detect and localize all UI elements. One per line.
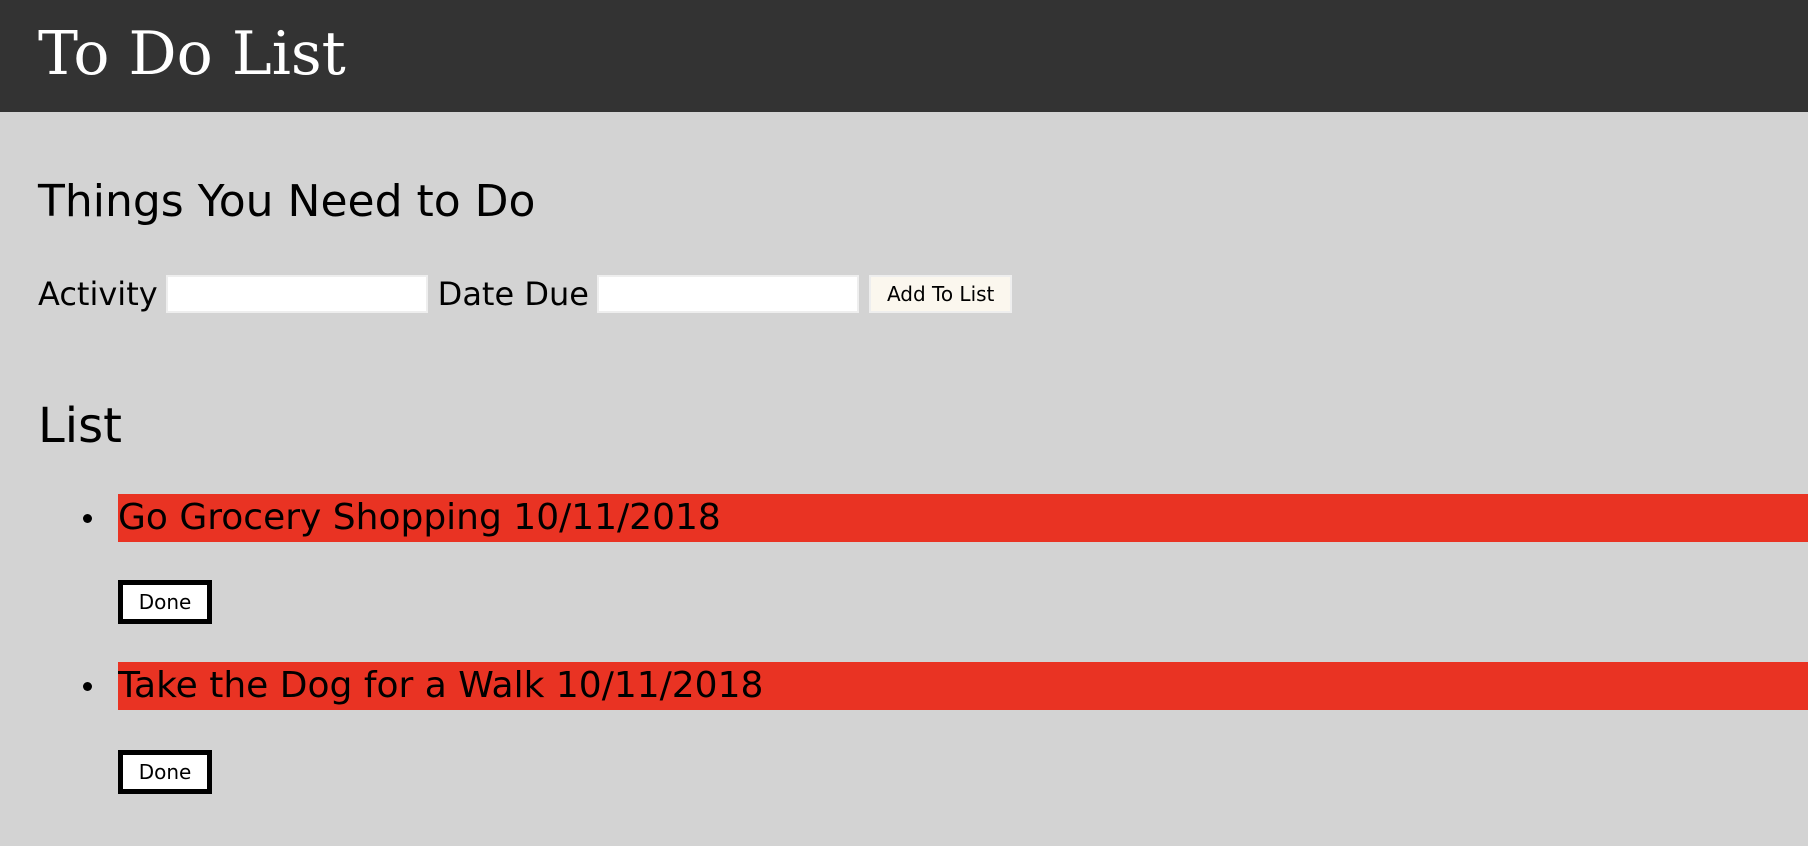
list-item-text: Take the Dog for a Walk 10/11/2018 — [118, 662, 1808, 710]
bullet-icon — [83, 514, 92, 523]
top-bar: To Do List — [0, 0, 1808, 112]
done-button[interactable]: Done — [118, 750, 212, 794]
date-due-label: Date Due — [437, 275, 589, 313]
done-button[interactable]: Done — [118, 580, 212, 624]
list-item-text: Go Grocery Shopping 10/11/2018 — [118, 494, 1808, 542]
form-heading: Things You Need to Do — [38, 176, 536, 227]
add-item-form: Activity Date Due Add To List — [38, 274, 1013, 314]
bullet-icon — [83, 682, 92, 691]
activity-input[interactable] — [165, 275, 428, 313]
date-due-input[interactable] — [596, 275, 859, 313]
activity-label: Activity — [38, 275, 158, 313]
add-to-list-button[interactable]: Add To List — [868, 275, 1013, 313]
app-title: To Do List — [38, 19, 346, 89]
list-heading: List — [38, 398, 122, 454]
